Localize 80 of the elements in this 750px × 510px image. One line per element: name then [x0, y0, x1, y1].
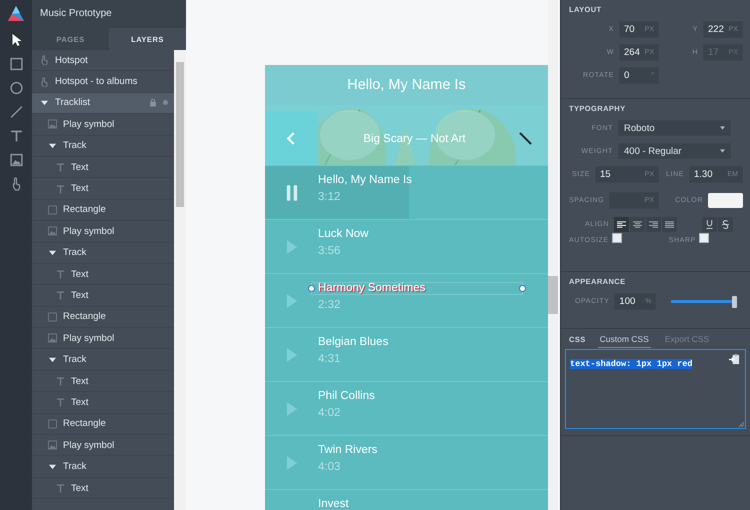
strikethrough-icon	[722, 220, 730, 229]
align-left-icon	[617, 220, 626, 228]
rectangle-tool-icon[interactable]	[10, 57, 22, 71]
text-icon	[56, 483, 65, 493]
lock-icon[interactable]	[149, 98, 157, 108]
rectangle-icon	[48, 312, 57, 322]
project-title: Music Prototype	[32, 0, 186, 28]
slash-icon[interactable]	[519, 132, 532, 145]
scrollbar[interactable]	[174, 50, 186, 510]
pointer-tool-icon[interactable]	[10, 33, 22, 47]
track-duration: 4:31	[318, 353, 342, 365]
image-icon	[48, 226, 57, 236]
align-center-button[interactable]	[630, 217, 646, 232]
app-logo-icon	[6, 4, 26, 24]
align-right-button[interactable]	[646, 217, 662, 232]
expanded-caret-icon[interactable]	[49, 463, 56, 470]
hand-icon	[40, 76, 49, 87]
strike-button[interactable]	[718, 217, 734, 232]
track-duration: 4:02	[318, 407, 342, 419]
layer-row[interactable]: Tracklist	[32, 92, 174, 114]
track-duration: 2:32	[318, 299, 342, 311]
image-icon	[48, 333, 57, 344]
sharp-checkbox[interactable]	[698, 233, 709, 243]
track-title: Phil Collins	[318, 390, 375, 402]
scrollbar-thumb[interactable]	[176, 62, 184, 207]
align-right-icon	[649, 220, 658, 228]
track-title: Belgian Blues	[318, 336, 388, 348]
hand-icon	[40, 55, 49, 66]
chevron-left-icon	[287, 132, 296, 145]
track-duration: 4:03	[318, 461, 342, 473]
image-tool-icon[interactable]	[10, 153, 22, 167]
text-icon	[56, 269, 65, 280]
text-icon	[56, 376, 65, 386]
track-title: Invest	[318, 498, 349, 510]
track-title: Twin Rivers	[318, 444, 378, 456]
image-icon	[48, 440, 57, 450]
underline-button[interactable]	[702, 217, 718, 232]
autosize-checkbox[interactable]	[612, 233, 622, 243]
css-editor[interactable]: text-shadow: 1px 1px red	[565, 349, 746, 429]
font-dropdown[interactable]: Roboto	[618, 120, 731, 136]
scrollbar[interactable]	[548, 0, 558, 510]
color-swatch[interactable]	[708, 193, 743, 208]
paste-icon[interactable]	[729, 354, 740, 365]
text-tool-icon[interactable]	[10, 129, 22, 143]
resize-handle[interactable]	[519, 285, 526, 292]
album-title: Big Scary — Not Art	[362, 132, 467, 144]
caret-icon	[720, 149, 725, 153]
text-icon	[56, 184, 65, 194]
track-duration: 3:12	[318, 191, 342, 203]
expanded-caret-icon[interactable]	[49, 249, 56, 256]
line-tool-icon[interactable]	[10, 105, 22, 119]
code-text: text-shadow: 1px 1px red	[570, 359, 692, 369]
align-justify-button[interactable]	[662, 217, 678, 232]
align-justify-icon	[665, 220, 674, 228]
scrollbar-thumb[interactable]	[548, 276, 558, 314]
track-duration: 3:56	[318, 245, 342, 257]
caret-icon	[720, 126, 725, 130]
resize-handle[interactable]	[308, 285, 315, 292]
weight-dropdown[interactable]: 400 - Regular	[618, 143, 731, 159]
rectangle-icon	[48, 418, 57, 429]
text-icon	[56, 397, 65, 408]
resize-grip-icon[interactable]	[739, 422, 744, 427]
screen-title: Hello, My Name Is	[265, 65, 548, 105]
text-icon	[56, 162, 65, 172]
align-left-button[interactable]	[614, 217, 630, 232]
track-title: Harmony Sometimes	[318, 282, 426, 294]
expanded-caret-icon[interactable]	[41, 99, 48, 106]
css-tab[interactable]: Custom CSS	[598, 330, 651, 348]
expanded-caret-icon[interactable]	[49, 142, 56, 150]
rectangle-icon	[48, 204, 57, 215]
visibility-dot-icon[interactable]	[163, 100, 168, 106]
expanded-caret-icon[interactable]	[49, 356, 56, 364]
underline-icon	[706, 220, 714, 229]
image-icon	[48, 119, 57, 130]
text-icon	[56, 290, 65, 300]
slider-thumb[interactable]	[732, 296, 738, 308]
align-center-icon	[633, 220, 642, 228]
track-title: Luck Now	[318, 228, 368, 240]
track-title: Hello, My Name Is	[318, 174, 412, 186]
ellipse-tool-icon[interactable]	[10, 81, 22, 95]
